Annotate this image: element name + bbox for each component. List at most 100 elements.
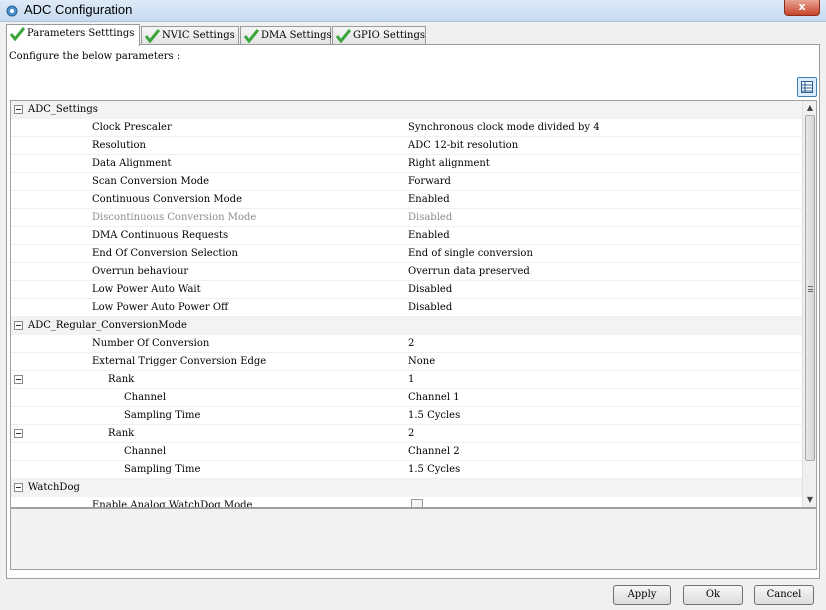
collapse-icon[interactable] [14, 321, 23, 330]
scroll-up-arrow-icon[interactable]: ▲ [803, 101, 816, 115]
ok-button[interactable]: Ok [683, 585, 743, 605]
param-value[interactable]: Disabled [408, 281, 452, 299]
param-value[interactable]: 2 [408, 335, 414, 353]
tab-gpio-settings[interactable]: GPIO Settings [332, 26, 426, 45]
param-name: Data Alignment [92, 158, 172, 169]
param-value[interactable]: Channel 2 [408, 443, 460, 461]
param-row[interactable]: End Of Conversion Selection End of singl… [11, 245, 802, 263]
rank-row[interactable]: Rank 2 [11, 425, 802, 443]
group-label: WatchDog [28, 482, 80, 493]
param-row[interactable]: Channel Channel 2 [11, 443, 802, 461]
layout-toggle-button[interactable] [797, 77, 817, 97]
param-name: Number Of Conversion [92, 338, 210, 349]
cancel-button[interactable]: Cancel [754, 585, 814, 605]
parameter-tree: ADC_Settings Clock Prescaler Synchronous… [10, 100, 817, 508]
param-row-disabled: Discontinuous Conversion Mode Disabled [11, 209, 802, 227]
param-row[interactable]: Clock Prescaler Synchronous clock mode d… [11, 119, 802, 137]
window-title: ADC Configuration [24, 2, 133, 17]
group-regular-conversion[interactable]: ADC_Regular_ConversionMode [11, 317, 802, 335]
param-name: Overrun behaviour [92, 266, 189, 277]
tab-label: NVIC Settings [162, 30, 235, 41]
param-row[interactable]: Continuous Conversion Mode Enabled [11, 191, 802, 209]
param-row[interactable]: Enable Analog WatchDog Mode [11, 497, 802, 508]
title-bar: ADC Configuration x [0, 0, 826, 22]
param-name: Clock Prescaler [92, 122, 172, 133]
param-name: Discontinuous Conversion Mode [92, 212, 257, 223]
table-view-icon [801, 81, 813, 93]
close-button[interactable]: x [784, 0, 820, 16]
param-name: Low Power Auto Wait [92, 284, 201, 295]
vertical-scrollbar[interactable]: ▲ ▼ [802, 101, 816, 507]
param-value[interactable]: Right alignment [408, 155, 490, 173]
check-icon [145, 29, 160, 43]
param-row[interactable]: DMA Continuous Requests Enabled [11, 227, 802, 245]
param-name: DMA Continuous Requests [92, 230, 229, 241]
tab-label: Parameters Setttings [27, 28, 135, 39]
param-value[interactable]: None [408, 353, 435, 371]
param-name: Enable Analog WatchDog Mode [92, 500, 253, 508]
param-value[interactable]: ADC 12-bit resolution [408, 137, 518, 155]
param-row[interactable]: Resolution ADC 12-bit resolution [11, 137, 802, 155]
scroll-down-arrow-icon[interactable]: ▼ [803, 493, 816, 507]
apply-button[interactable]: Apply [613, 585, 671, 605]
group-label: ADC_Regular_ConversionMode [28, 320, 187, 331]
tab-parameters-settings[interactable]: Parameters Setttings [6, 24, 140, 46]
param-row[interactable]: Sampling Time 1.5 Cycles [11, 461, 802, 479]
param-name: Rank [108, 428, 135, 439]
collapse-icon[interactable] [14, 483, 23, 492]
param-row[interactable]: Low Power Auto Wait Disabled [11, 281, 802, 299]
check-icon [244, 29, 259, 43]
scrollbar-grip-icon [808, 286, 813, 292]
param-value[interactable]: 1.5 Cycles [408, 407, 460, 425]
param-name: Resolution [92, 140, 146, 151]
collapse-icon[interactable] [14, 105, 23, 114]
param-name: Channel [124, 392, 167, 403]
panel-description: Configure the below parameters : [9, 51, 181, 62]
check-icon [10, 27, 25, 41]
param-value[interactable]: Overrun data preserved [408, 263, 530, 281]
param-name: Sampling Time [124, 464, 201, 475]
param-row[interactable]: Sampling Time 1.5 Cycles [11, 407, 802, 425]
param-name: Rank [108, 374, 135, 385]
param-value[interactable]: Forward [408, 173, 451, 191]
group-adc-settings[interactable]: ADC_Settings [11, 101, 802, 119]
tab-bar: Parameters Setttings NVIC Settings DMA S… [6, 24, 820, 46]
param-name: Channel [124, 446, 167, 457]
watchdog-enable-checkbox[interactable] [411, 499, 423, 507]
rank-row[interactable]: Rank 1 [11, 371, 802, 389]
tab-nvic-settings[interactable]: NVIC Settings [141, 26, 239, 45]
param-row[interactable]: Data Alignment Right alignment [11, 155, 802, 173]
app-icon [6, 5, 18, 17]
group-label: ADC_Settings [28, 104, 98, 115]
param-value[interactable]: Enabled [408, 227, 450, 245]
param-name: External Trigger Conversion Edge [92, 356, 267, 367]
param-value: 2 [408, 428, 415, 439]
parameter-description-box [10, 508, 817, 570]
param-value[interactable]: Synchronous clock mode divided by 4 [408, 119, 600, 137]
param-value[interactable]: Enabled [408, 191, 450, 209]
param-name: Scan Conversion Mode [92, 176, 210, 187]
param-row[interactable]: Channel Channel 1 [11, 389, 802, 407]
param-value[interactable]: Channel 1 [408, 389, 460, 407]
collapse-icon[interactable] [14, 375, 23, 384]
param-value[interactable]: End of single conversion [408, 245, 533, 263]
tab-label: GPIO Settings [353, 30, 426, 41]
param-row[interactable]: Low Power Auto Power Off Disabled [11, 299, 802, 317]
scrollbar-thumb[interactable] [805, 115, 815, 461]
group-watchdog[interactable]: WatchDog [11, 479, 802, 497]
param-row[interactable]: External Trigger Conversion Edge None [11, 353, 802, 371]
param-name: Sampling Time [124, 410, 201, 421]
param-row[interactable]: Overrun behaviour Overrun data preserved [11, 263, 802, 281]
tab-label: DMA Settings [261, 30, 332, 41]
param-row[interactable]: Scan Conversion Mode Forward [11, 173, 802, 191]
param-name: End Of Conversion Selection [92, 248, 238, 259]
param-name: Low Power Auto Power Off [92, 302, 229, 313]
param-value: 1 [408, 374, 415, 385]
tab-dma-settings[interactable]: DMA Settings [240, 26, 332, 45]
collapse-icon[interactable] [14, 429, 23, 438]
param-row[interactable]: Number Of Conversion 2 [11, 335, 802, 353]
param-value: Disabled [408, 212, 453, 223]
param-name: Continuous Conversion Mode [92, 194, 242, 205]
param-value[interactable]: Disabled [408, 299, 452, 317]
param-value[interactable]: 1.5 Cycles [408, 461, 460, 479]
